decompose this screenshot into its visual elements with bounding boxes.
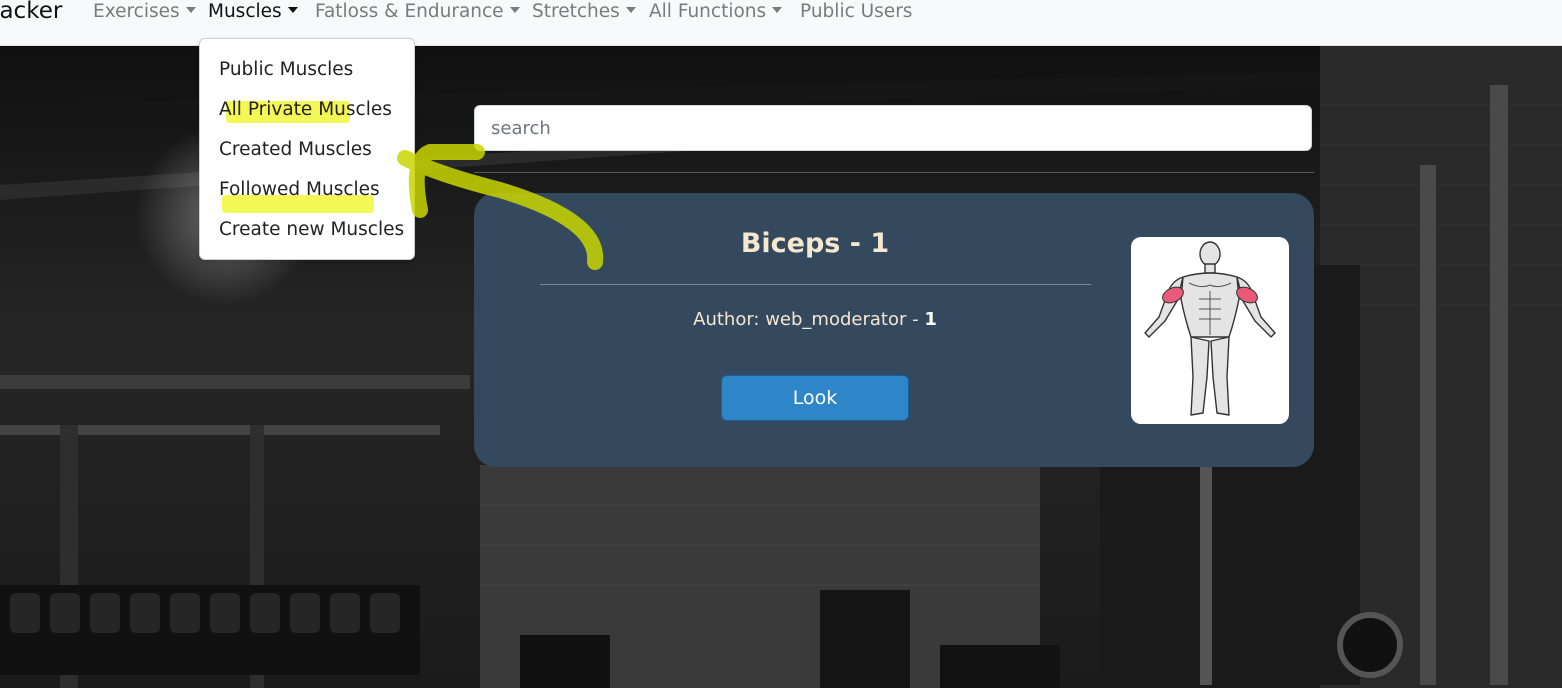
nav-public-users-link[interactable]: Public Users [800,0,912,24]
menu-item-created-muscles[interactable]: Created Muscles [219,136,372,164]
nav-muscles-dropdown[interactable]: Muscles [208,0,298,24]
muscle-title: Biceps - 1 [740,228,890,259]
muscle-card: Biceps - 1 Author: web_moderator - 1 Loo… [474,193,1314,467]
muscle-diagram-image [1131,237,1289,424]
nav-fatloss-label: Fatloss & Endurance [315,1,504,22]
caret-down-icon [772,7,783,13]
nav-stretches-label: Stretches [532,1,620,22]
menu-item-all-private-muscles[interactable]: All Private Muscles [219,96,392,124]
nav-all-functions-dropdown[interactable]: All Functions [649,0,783,24]
nav-muscles-label: Muscles [208,1,282,22]
look-button[interactable]: Look [721,375,909,421]
human-body-figure-icon [1144,241,1276,416]
card-divider [540,284,1091,285]
author-count: 1 [924,309,937,330]
menu-item-create-new-muscles[interactable]: Create new Muscles [219,216,404,244]
nav-exercises-label: Exercises [93,1,180,22]
muscles-dropdown-menu: Public Muscles All Private Muscles Creat… [199,38,415,260]
divider [474,172,1314,173]
menu-item-public-muscles[interactable]: Public Muscles [219,56,353,84]
author-text: Author: web_moderator - [693,309,925,330]
caret-down-icon [509,7,520,13]
nav-exercises-dropdown[interactable]: Exercises [93,0,196,24]
menu-item-followed-muscles[interactable]: Followed Muscles [219,176,380,204]
nav-fatloss-dropdown[interactable]: Fatloss & Endurance [315,0,520,24]
caret-down-icon [185,7,196,13]
search-input[interactable] [474,105,1312,151]
caret-down-icon [625,7,636,13]
nav-stretches-dropdown[interactable]: Stretches [532,0,636,24]
caret-down-icon [287,7,298,13]
brand-logo-text[interactable]: racker [0,0,62,24]
author-line: Author: web_moderator - 1 [540,309,1090,330]
nav-all-functions-label: All Functions [649,1,767,22]
